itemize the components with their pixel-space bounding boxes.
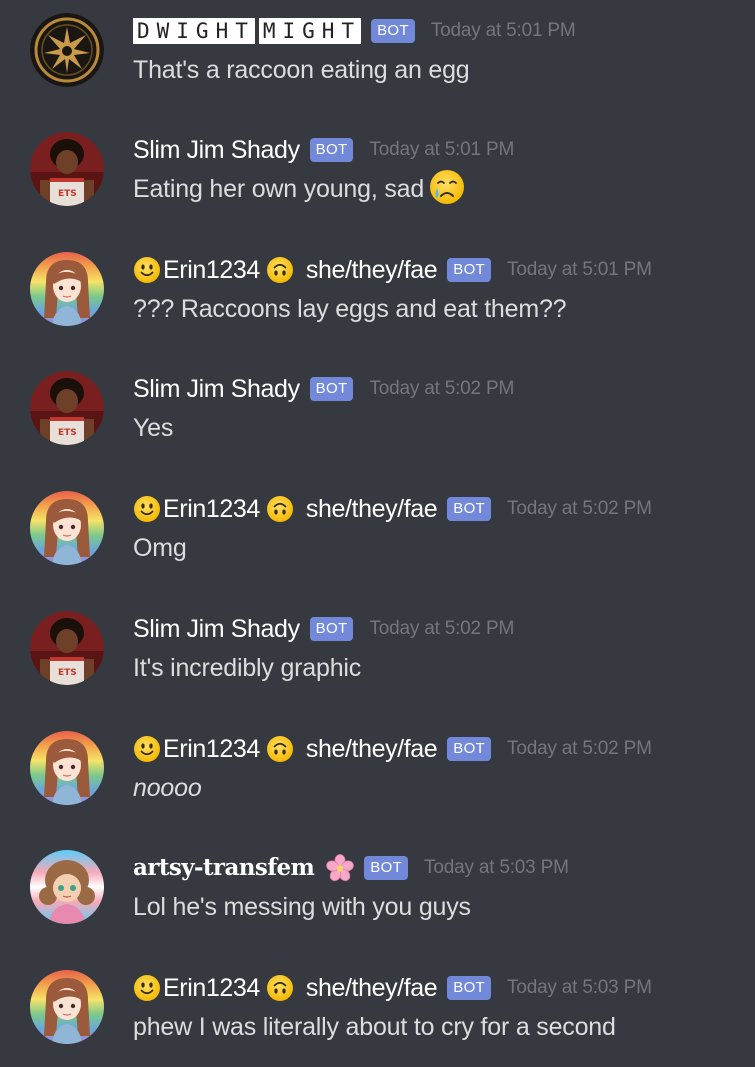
avatar[interactable] xyxy=(30,132,104,206)
bot-badge: BOT xyxy=(309,617,354,641)
smiling-face-icon xyxy=(133,735,161,763)
avatar[interactable] xyxy=(30,491,104,565)
pronouns: she/they/fae xyxy=(305,735,438,763)
bot-badge: BOT xyxy=(309,138,354,162)
username-part: MIGHT xyxy=(258,18,362,44)
message-header: Erin1234 she/they/fae BOT Today at 5:02 … xyxy=(133,732,652,766)
timestamp[interactable]: Today at 5:01 PM xyxy=(431,20,576,42)
message-text: Lol he's messing with you guys xyxy=(133,893,471,921)
timestamp[interactable]: Today at 5:03 PM xyxy=(424,857,569,879)
bot-badge: BOT xyxy=(447,737,492,761)
message: DWIGHT MIGHT BOT Today at 5:01 PM That's… xyxy=(0,0,755,110)
avatar[interactable] xyxy=(30,371,104,445)
message-text: noooo xyxy=(133,774,202,802)
pronouns: she/they/fae xyxy=(305,974,438,1002)
message: Slim Jim Shady BOT Today at 5:02 PM It's… xyxy=(0,598,755,708)
message-text-content: Eating her own young, sad xyxy=(133,175,425,203)
basketball-player-icon xyxy=(30,611,104,685)
message: Slim Jim Shady BOT Today at 5:02 PM Yes xyxy=(0,358,755,468)
username[interactable]: Slim Jim Shady xyxy=(133,614,300,644)
avatar[interactable] xyxy=(30,252,104,326)
basketball-player-icon xyxy=(30,371,104,445)
anime-girl-icon xyxy=(30,731,104,805)
avatar[interactable] xyxy=(30,850,104,924)
username[interactable]: Erin1234 xyxy=(163,973,260,1003)
timestamp[interactable]: Today at 5:02 PM xyxy=(507,498,652,520)
message-header: Slim Jim Shady BOT Today at 5:01 PM xyxy=(133,133,514,167)
message-text: Yes xyxy=(133,414,174,442)
phoenix-emblem-icon xyxy=(30,13,104,87)
username[interactable]: artsy-transfem xyxy=(133,853,315,883)
message: Slim Jim Shady BOT Today at 5:01 PM Eati… xyxy=(0,119,755,229)
message-header: artsy-transfem BOT Today at 5:03 PM xyxy=(133,851,569,885)
message-header: Slim Jim Shady BOT Today at 5:02 PM xyxy=(133,372,514,406)
bot-badge: BOT xyxy=(447,976,492,1000)
bot-badge: BOT xyxy=(371,19,415,43)
message-header: DWIGHT MIGHT BOT Today at 5:01 PM xyxy=(133,14,576,48)
message-list: DWIGHT MIGHT BOT Today at 5:01 PM That's… xyxy=(0,0,755,1051)
message-text: phew I was literally about to cry for a … xyxy=(133,1013,616,1041)
message-header: Erin1234 she/they/fae BOT Today at 5:03 … xyxy=(133,971,652,1005)
message: Erin1234 she/they/fae BOT Today at 5:01 … xyxy=(0,239,755,349)
anime-girl-icon xyxy=(30,491,104,565)
crying-face-icon[interactable] xyxy=(428,168,466,206)
username[interactable]: Slim Jim Shady xyxy=(133,374,300,404)
message-header: Slim Jim Shady BOT Today at 5:02 PM xyxy=(133,612,514,646)
basketball-player-icon xyxy=(30,132,104,206)
username[interactable]: Erin1234 xyxy=(163,734,260,764)
bot-badge: BOT xyxy=(364,856,409,880)
message: artsy-transfem BOT Today at 5:03 PM Lol … xyxy=(0,837,755,947)
username[interactable]: Slim Jim Shady xyxy=(133,135,300,165)
bot-badge: BOT xyxy=(447,258,492,282)
message-text: ??? Raccoons lay eggs and eat them?? xyxy=(133,295,567,323)
message: Erin1234 she/they/fae BOT Today at 5:02 … xyxy=(0,718,755,828)
smiling-face-icon xyxy=(133,495,161,523)
cartoon-girl-icon xyxy=(30,850,104,924)
avatar[interactable] xyxy=(30,611,104,685)
timestamp[interactable]: Today at 5:03 PM xyxy=(507,977,652,999)
timestamp[interactable]: Today at 5:02 PM xyxy=(369,378,514,400)
message: Erin1234 she/they/fae BOT Today at 5:02 … xyxy=(0,478,755,588)
anime-girl-icon xyxy=(30,970,104,1044)
message-text: That's a raccoon eating an egg xyxy=(133,56,470,84)
cherry-blossom-icon xyxy=(326,854,354,882)
username[interactable]: DWIGHT MIGHT xyxy=(133,18,362,44)
avatar[interactable] xyxy=(30,970,104,1044)
message-text: Eating her own young, sad xyxy=(133,173,466,206)
timestamp[interactable]: Today at 5:02 PM xyxy=(507,738,652,760)
bot-badge: BOT xyxy=(447,497,492,521)
message-text: It's incredibly graphic xyxy=(133,654,362,682)
timestamp[interactable]: Today at 5:01 PM xyxy=(507,259,652,281)
anime-girl-icon xyxy=(30,252,104,326)
upside-down-face-icon xyxy=(266,974,294,1002)
username-part: DWIGHT xyxy=(133,18,255,44)
pronouns: she/they/fae xyxy=(305,495,438,523)
avatar[interactable] xyxy=(30,13,104,87)
message-text: Omg xyxy=(133,534,187,562)
bot-badge: BOT xyxy=(309,377,354,401)
timestamp[interactable]: Today at 5:01 PM xyxy=(369,139,514,161)
timestamp[interactable]: Today at 5:02 PM xyxy=(369,618,514,640)
upside-down-face-icon xyxy=(266,735,294,763)
pronouns: she/they/fae xyxy=(305,256,438,284)
username[interactable]: Erin1234 xyxy=(163,494,260,524)
smiling-face-icon xyxy=(133,974,161,1002)
message-header: Erin1234 she/they/fae BOT Today at 5:01 … xyxy=(133,253,652,287)
avatar[interactable] xyxy=(30,731,104,805)
upside-down-face-icon xyxy=(266,495,294,523)
smiling-face-icon xyxy=(133,256,161,284)
message-header: Erin1234 she/they/fae BOT Today at 5:02 … xyxy=(133,492,652,526)
upside-down-face-icon xyxy=(266,256,294,284)
username[interactable]: Erin1234 xyxy=(163,255,260,285)
